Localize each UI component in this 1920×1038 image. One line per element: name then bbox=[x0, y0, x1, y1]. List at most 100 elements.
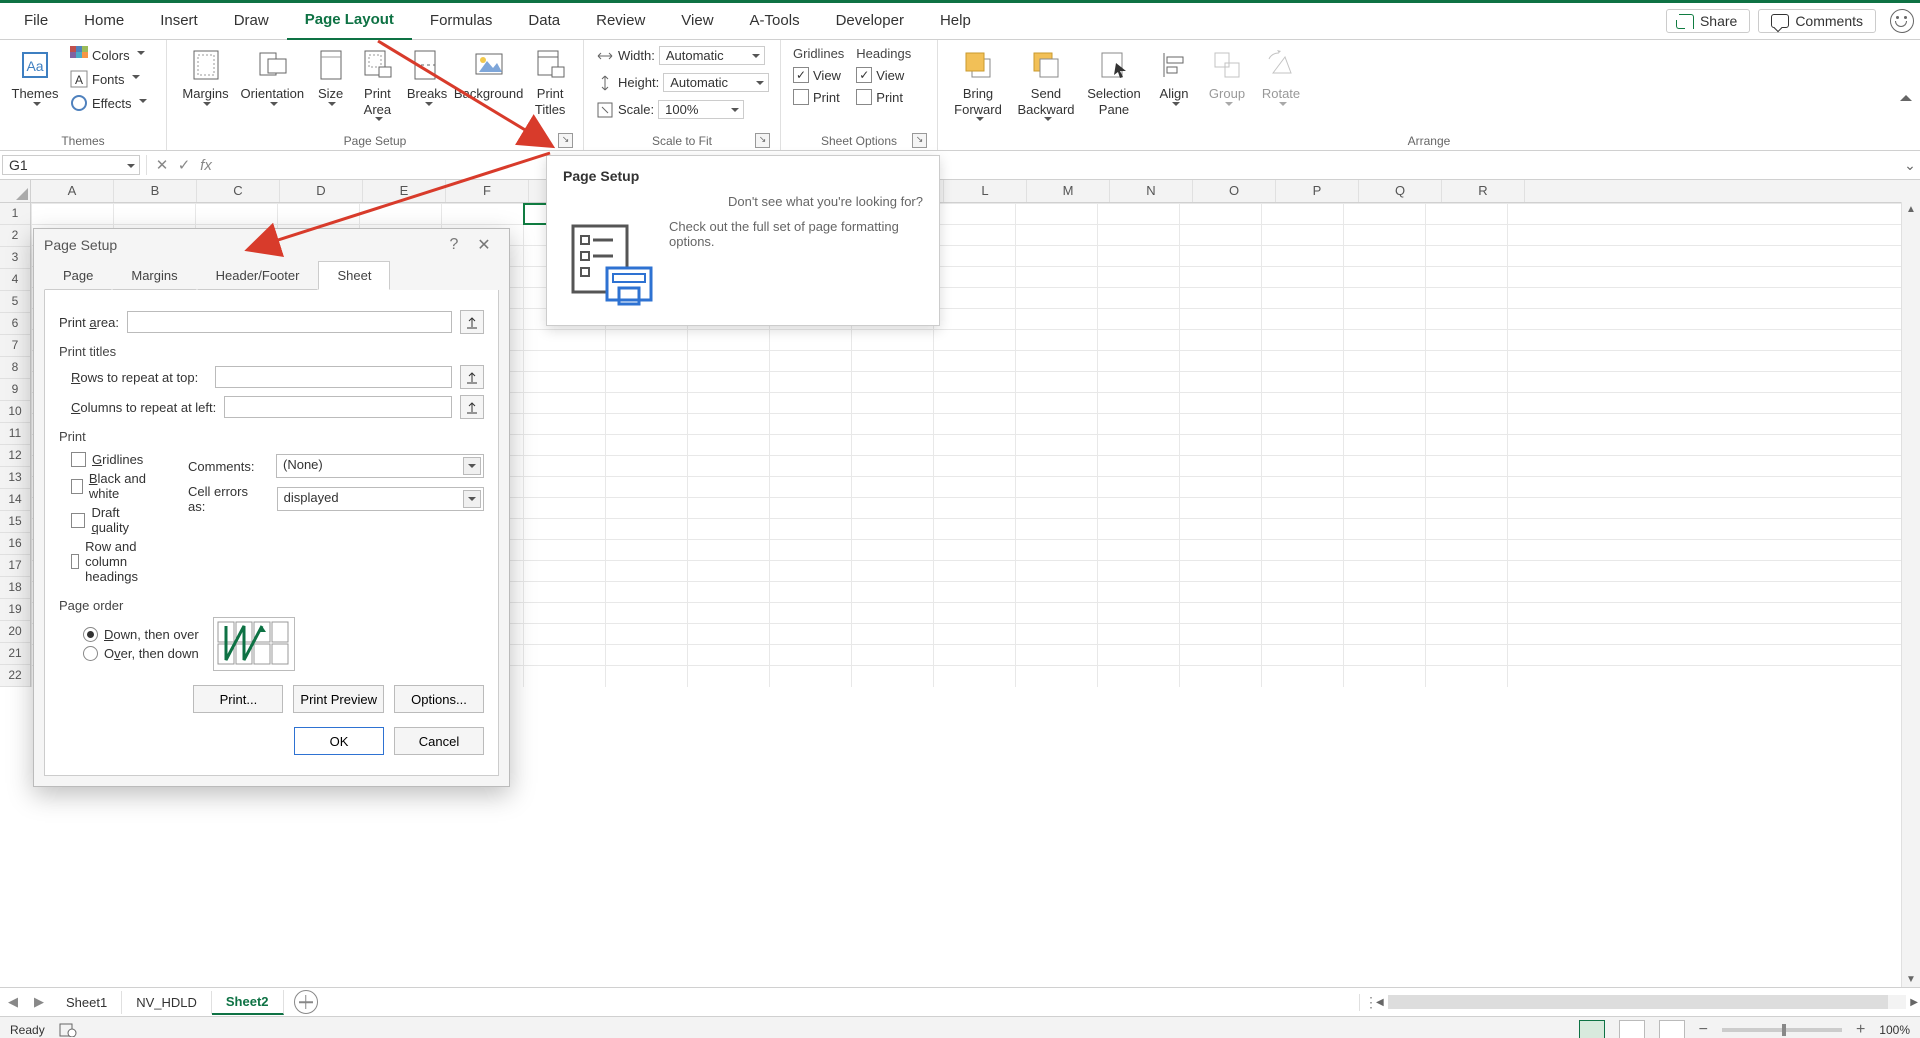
tab-review[interactable]: Review bbox=[578, 3, 663, 39]
name-box[interactable]: G1 bbox=[2, 155, 140, 175]
sheet-options-launcher[interactable]: ↘ bbox=[912, 133, 927, 148]
headings-print-check[interactable]: Print bbox=[852, 87, 915, 107]
margins-button[interactable]: Margins bbox=[175, 44, 236, 114]
col-header[interactable]: A bbox=[31, 180, 114, 202]
dialog-tab-margins[interactable]: Margins bbox=[112, 261, 196, 290]
tab-data[interactable]: Data bbox=[510, 3, 578, 39]
col-header[interactable]: B bbox=[114, 180, 197, 202]
print-preview-button[interactable]: Print Preview bbox=[293, 685, 384, 713]
print-titles-button[interactable]: Print Titles bbox=[525, 44, 575, 121]
sheet-tab-2[interactable]: NV_HDLD bbox=[122, 991, 212, 1014]
themes-button[interactable]: Aa Themes bbox=[8, 44, 62, 114]
rows-repeat-input[interactable] bbox=[215, 366, 452, 388]
vertical-scrollbar[interactable]: ▲▼ bbox=[1901, 202, 1920, 987]
rows-repeat-range-button[interactable] bbox=[460, 365, 484, 389]
col-header[interactable]: R bbox=[1442, 180, 1525, 202]
tab-help[interactable]: Help bbox=[922, 3, 989, 39]
row-header[interactable]: 3 bbox=[0, 247, 30, 269]
tab-file[interactable]: File bbox=[6, 3, 66, 39]
cancel-button[interactable]: Cancel bbox=[394, 727, 484, 755]
row-col-headings-check[interactable]: Row and column headings bbox=[71, 539, 158, 584]
colors-button[interactable]: Colors bbox=[66, 44, 151, 66]
expand-formula-bar-icon[interactable]: ⌄ bbox=[1900, 157, 1920, 174]
row-header[interactable]: 8 bbox=[0, 357, 30, 379]
gridlines-view-check[interactable]: ✓View bbox=[789, 65, 848, 85]
col-header[interactable]: C bbox=[197, 180, 280, 202]
dialog-help-button[interactable]: ? bbox=[439, 236, 469, 254]
background-button[interactable]: Background bbox=[452, 44, 525, 106]
zoom-out-button[interactable]: − bbox=[1699, 1021, 1708, 1038]
orientation-button[interactable]: Orientation bbox=[236, 44, 309, 114]
row-header[interactable]: 5 bbox=[0, 291, 30, 313]
gridlines-check[interactable]: Gridlines bbox=[71, 452, 158, 467]
align-button[interactable]: Align bbox=[1150, 44, 1198, 114]
fx-icon[interactable]: fx bbox=[195, 157, 217, 174]
col-header[interactable]: M bbox=[1027, 180, 1110, 202]
scale-launcher[interactable]: ↘ bbox=[755, 133, 770, 148]
col-header[interactable]: F bbox=[446, 180, 529, 202]
width-combo[interactable]: Automatic bbox=[659, 46, 765, 65]
height-combo[interactable]: Automatic bbox=[663, 73, 769, 92]
sheet-nav-prev[interactable]: ◀ bbox=[0, 994, 26, 1010]
row-header[interactable]: 17 bbox=[0, 555, 30, 577]
horizontal-scrollbar[interactable]: ⋮ ◀▶ bbox=[1359, 994, 1920, 1011]
collapse-ribbon-icon[interactable] bbox=[1900, 89, 1912, 101]
row-header[interactable]: 20 bbox=[0, 621, 30, 643]
print-area-range-button[interactable] bbox=[460, 310, 484, 334]
zoom-slider[interactable] bbox=[1722, 1028, 1842, 1032]
row-header[interactable]: 6 bbox=[0, 313, 30, 335]
down-then-over-radio[interactable]: Down, then over bbox=[83, 627, 199, 642]
enter-icon[interactable]: ✓ bbox=[173, 156, 195, 174]
page-layout-view-button[interactable] bbox=[1619, 1020, 1645, 1038]
headings-view-check[interactable]: ✓View bbox=[852, 65, 915, 85]
row-header[interactable]: 4 bbox=[0, 269, 30, 291]
row-header[interactable]: 9 bbox=[0, 379, 30, 401]
dialog-tab-page[interactable]: Page bbox=[44, 261, 112, 290]
size-button[interactable]: Size bbox=[309, 44, 353, 114]
ok-button[interactable]: OK bbox=[294, 727, 384, 755]
over-then-down-radio[interactable]: Over, then down bbox=[83, 646, 199, 661]
zoom-in-button[interactable]: + bbox=[1856, 1021, 1865, 1038]
tab-view[interactable]: View bbox=[663, 3, 731, 39]
dialog-close-button[interactable]: ✕ bbox=[469, 235, 499, 255]
black-white-check[interactable]: Black and white bbox=[71, 471, 158, 501]
cancel-icon[interactable]: ✕ bbox=[151, 156, 173, 174]
row-header[interactable]: 11 bbox=[0, 423, 30, 445]
sheet-nav-next[interactable]: ▶ bbox=[26, 994, 52, 1010]
col-header[interactable]: E bbox=[363, 180, 446, 202]
col-header[interactable]: L bbox=[944, 180, 1027, 202]
sheet-tab-3[interactable]: Sheet2 bbox=[212, 990, 284, 1015]
print-area-button[interactable]: Print Area bbox=[353, 44, 403, 129]
tab-developer[interactable]: Developer bbox=[818, 3, 922, 39]
col-header[interactable]: N bbox=[1110, 180, 1193, 202]
normal-view-button[interactable] bbox=[1579, 1020, 1605, 1038]
gridlines-print-check[interactable]: Print bbox=[789, 87, 848, 107]
dialog-tab-sheet[interactable]: Sheet bbox=[318, 261, 390, 290]
cols-repeat-input[interactable] bbox=[224, 396, 452, 418]
effects-button[interactable]: Effects bbox=[66, 92, 151, 114]
comments-button[interactable]: Comments bbox=[1758, 9, 1876, 33]
row-header[interactable]: 18 bbox=[0, 577, 30, 599]
select-all-corner[interactable] bbox=[0, 180, 31, 202]
col-header[interactable]: Q bbox=[1359, 180, 1442, 202]
row-header[interactable]: 2 bbox=[0, 225, 30, 247]
comments-select[interactable]: (None) bbox=[276, 454, 484, 478]
row-header[interactable]: 16 bbox=[0, 533, 30, 555]
formula-input[interactable] bbox=[217, 155, 1900, 175]
row-header[interactable]: 15 bbox=[0, 511, 30, 533]
bring-forward-button[interactable]: Bring Forward bbox=[946, 44, 1010, 129]
print-button[interactable]: Print... bbox=[193, 685, 283, 713]
tab-home[interactable]: Home bbox=[66, 3, 142, 39]
send-backward-button[interactable]: Send Backward bbox=[1014, 44, 1078, 129]
col-header[interactable]: P bbox=[1276, 180, 1359, 202]
row-header[interactable]: 19 bbox=[0, 599, 30, 621]
options-button[interactable]: Options... bbox=[394, 685, 484, 713]
col-header[interactable]: O bbox=[1193, 180, 1276, 202]
cell-errors-select[interactable]: displayed bbox=[277, 487, 484, 511]
cols-repeat-range-button[interactable] bbox=[460, 395, 484, 419]
row-header[interactable]: 14 bbox=[0, 489, 30, 511]
share-button[interactable]: Share bbox=[1666, 9, 1750, 33]
row-header[interactable]: 1 bbox=[0, 203, 30, 225]
draft-quality-check[interactable]: Draft quality bbox=[71, 505, 158, 535]
row-header[interactable]: 22 bbox=[0, 665, 30, 687]
